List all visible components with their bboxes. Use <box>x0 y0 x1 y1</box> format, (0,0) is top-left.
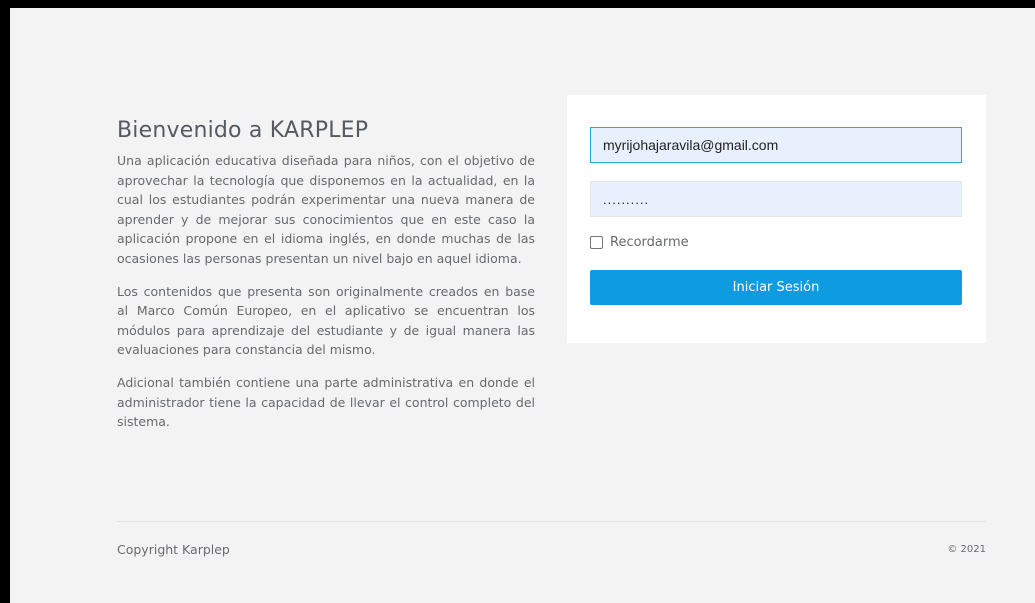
password-field[interactable] <box>590 181 962 217</box>
login-button[interactable]: Iniciar Sesión <box>590 270 962 305</box>
email-field[interactable] <box>590 127 962 163</box>
login-panel: Recordarme Iniciar Sesión <box>567 95 986 343</box>
page-frame: Bienvenido a KARPLEP Una aplicación educ… <box>10 8 1035 603</box>
intro-paragraph: Una aplicación educativa diseñada para n… <box>117 153 535 266</box>
intro-paragraph: Los contenidos que presenta son original… <box>117 283 535 358</box>
intro-section: Bienvenido a KARPLEP Una aplicación educ… <box>117 118 535 445</box>
remember-label: Recordarme <box>610 235 689 250</box>
copyright-text: Copyright Karplep <box>117 542 230 557</box>
intro-paragraph: Adicional también contiene una parte adm… <box>117 374 535 430</box>
copyright-year: © 2021 <box>947 544 986 555</box>
page-title: Bienvenido a KARPLEP <box>117 118 369 143</box>
footer-divider <box>117 521 986 522</box>
remember-me-option[interactable]: Recordarme <box>590 235 689 250</box>
remember-checkbox[interactable] <box>590 236 603 249</box>
